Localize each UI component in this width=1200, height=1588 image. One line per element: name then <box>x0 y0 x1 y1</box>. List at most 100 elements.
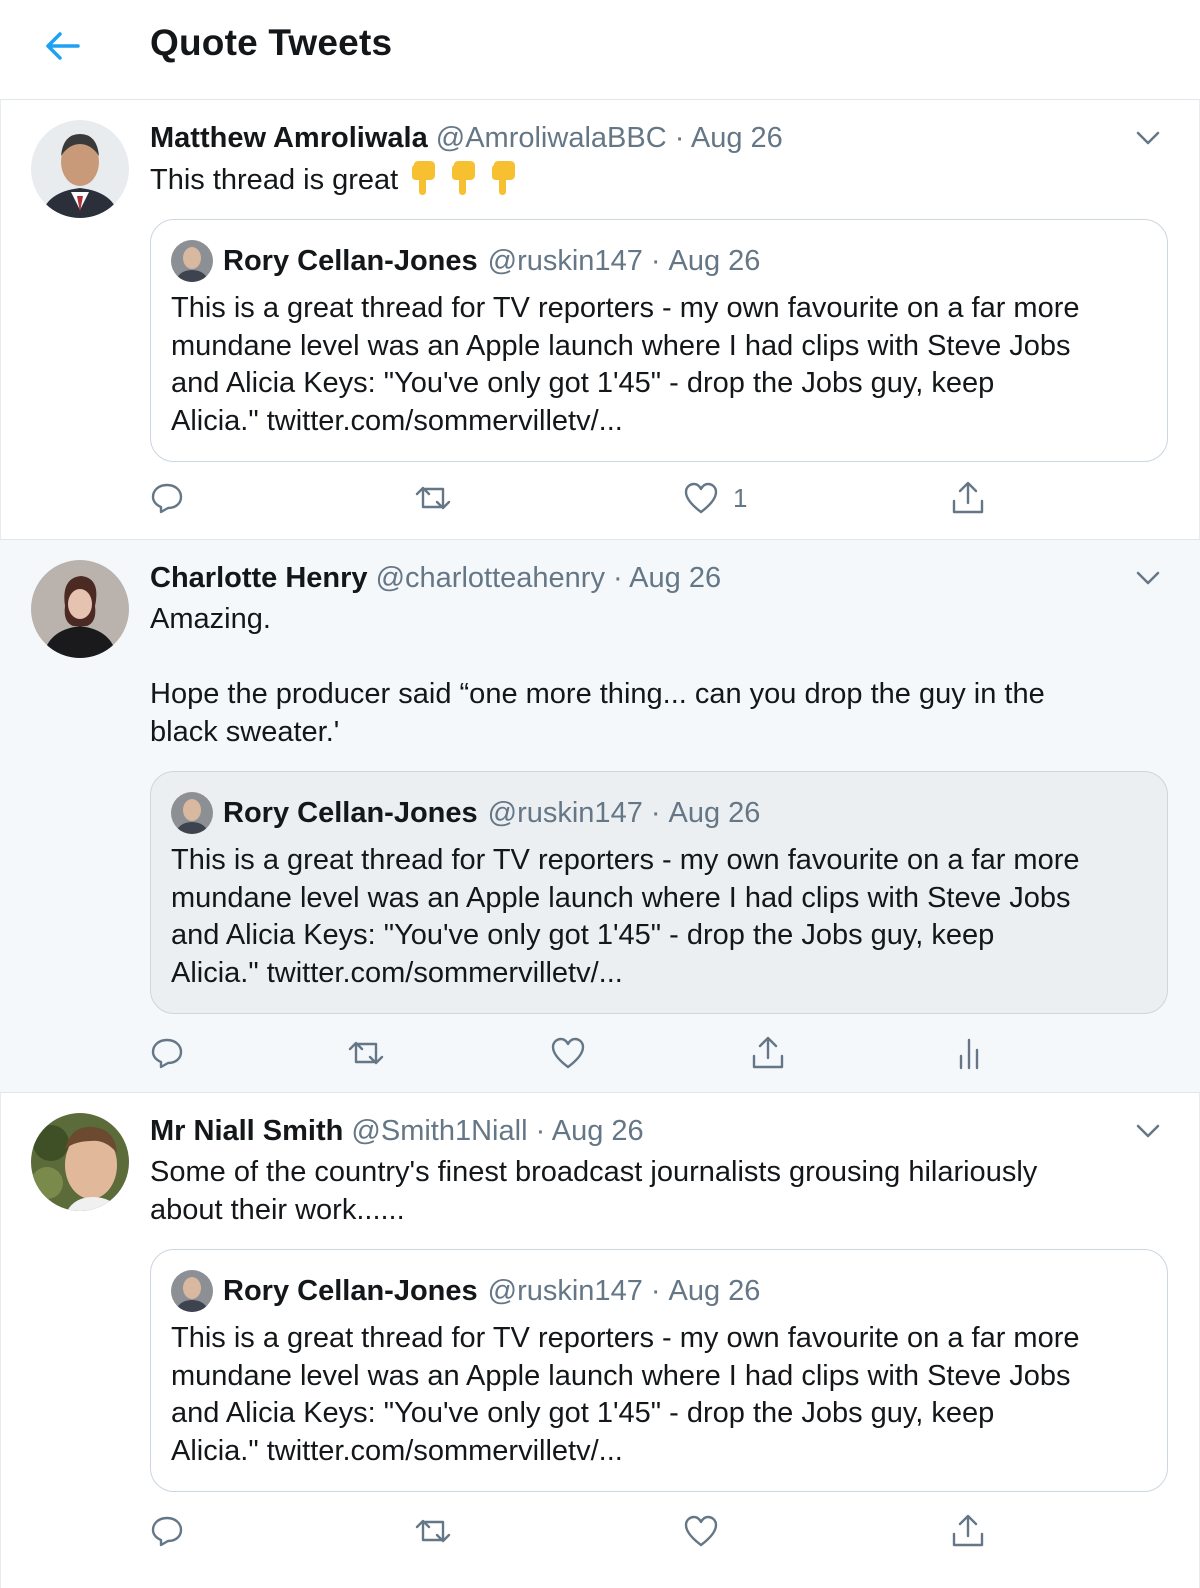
like-button[interactable]: 1 <box>683 478 747 518</box>
share-button[interactable] <box>950 478 986 518</box>
tweet-text-body: This thread is great <box>150 164 399 196</box>
reply-button[interactable] <box>150 1511 184 1551</box>
tweet-text-line: Some of the country's finest broadcast j… <box>150 1156 1038 1188</box>
quoted-tweet-card[interactable]: Rory Cellan-Jones @ruskin147 · Aug 26 Th… <box>150 1249 1168 1492</box>
like-icon <box>551 1037 585 1069</box>
arrow-left-icon <box>46 32 80 60</box>
quoted-text: This is a great thread for TV reporters … <box>171 290 1161 440</box>
avatar[interactable] <box>31 1113 129 1211</box>
share-button[interactable] <box>950 1511 986 1551</box>
separator-dot: · <box>613 562 623 594</box>
point-down-emoji-group <box>406 161 518 196</box>
quoted-date: Aug 26 <box>668 245 761 277</box>
quoted-avatar <box>171 792 213 834</box>
reply-icon <box>151 1516 183 1547</box>
separator-dot: · <box>650 1275 661 1307</box>
point-down-icon <box>452 161 476 195</box>
quoted-text-line: This is a great thread for TV reporters … <box>171 844 1080 876</box>
tweet-date[interactable]: Aug 26 <box>552 1115 644 1147</box>
retweet-icon <box>415 1519 451 1543</box>
retweet-icon <box>415 486 451 510</box>
like-icon <box>684 482 718 514</box>
tweet-actions <box>150 1511 1150 1551</box>
quoted-text: This is a great thread for TV reporters … <box>171 842 1161 992</box>
tweet-text: Some of the country's finest broadcast j… <box>150 1154 1160 1229</box>
reply-button[interactable] <box>150 478 184 518</box>
quoted-author-name: Rory Cellan-Jones <box>223 1275 478 1307</box>
reply-button[interactable] <box>150 1033 184 1073</box>
back-button[interactable] <box>40 24 84 68</box>
tweet-date[interactable]: Aug 26 <box>629 562 721 594</box>
share-icon <box>752 1036 784 1069</box>
share-icon <box>952 1514 984 1547</box>
quoted-text-line: and Alicia Keys: "You've only got 1'45" … <box>171 1397 995 1429</box>
author-handle[interactable]: @charlotteahenry <box>376 562 605 594</box>
avatar[interactable] <box>31 560 129 658</box>
tweet-menu-button[interactable] <box>1128 1111 1168 1151</box>
reply-icon <box>151 1038 183 1069</box>
quoted-author-name: Rory Cellan-Jones <box>223 797 478 829</box>
share-button[interactable] <box>750 1033 786 1073</box>
retweet-button[interactable] <box>347 1033 385 1073</box>
like-button[interactable] <box>683 1511 719 1551</box>
retweet-button[interactable] <box>414 478 452 518</box>
tweet-menu-button[interactable] <box>1128 558 1168 598</box>
quoted-text-line: and Alicia Keys: "You've only got 1'45" … <box>171 919 995 951</box>
tweet-text: This thread is great <box>150 161 1160 200</box>
tweet-menu-button[interactable] <box>1128 118 1168 158</box>
quoted-text-line: This is a great thread for TV reporters … <box>171 292 1080 324</box>
tweet-matthew-amroliwala[interactable]: Matthew Amroliwala @AmroliwalaBBC · Aug … <box>0 100 1200 540</box>
quoted-date: Aug 26 <box>668 1275 761 1307</box>
quoted-text-line: mundane level was an Apple launch where … <box>171 881 1071 914</box>
quoted-text-line: and Alicia Keys: "You've only got 1'45" … <box>171 367 995 399</box>
point-down-icon <box>412 161 436 195</box>
tweet-text-line: black sweater.' <box>150 715 340 748</box>
author-name[interactable]: Mr Niall Smith <box>150 1115 343 1147</box>
share-icon <box>952 481 984 514</box>
author-name[interactable]: Charlotte Henry <box>150 562 368 594</box>
quoted-avatar <box>171 1270 213 1312</box>
quoted-tweet-card[interactable]: Rory Cellan-Jones @ruskin147 · Aug 26 Th… <box>150 771 1168 1014</box>
analytics-button[interactable] <box>955 1033 985 1073</box>
quoted-text-line: mundane level was an Apple launch where … <box>171 329 1071 362</box>
chevron-down-icon <box>1136 1124 1160 1138</box>
tweet-actions: 1 <box>150 478 1150 518</box>
quoted-text-line: This is a great thread for TV reporters … <box>171 1322 1080 1354</box>
separator-dot: · <box>650 797 661 829</box>
page-header: Quote Tweets <box>0 0 1200 100</box>
quoted-text-line: Alicia." twitter.com/sommervilletv/... <box>171 1434 623 1467</box>
quoted-text: This is a great thread for TV reporters … <box>171 1320 1161 1470</box>
quoted-author-handle: @ruskin147 <box>487 245 643 277</box>
avatar[interactable] <box>31 120 129 218</box>
author-handle[interactable]: @AmroliwalaBBC <box>436 122 667 154</box>
separator-dot: · <box>650 245 661 277</box>
quoted-date: Aug 26 <box>668 797 761 829</box>
quoted-text-line: Alicia." twitter.com/sommervilletv/... <box>171 404 623 437</box>
quoted-author-handle: @ruskin147 <box>487 797 643 829</box>
chevron-down-icon <box>1136 131 1160 145</box>
tweet-charlotte-henry[interactable]: Charlotte Henry @charlotteahenry · Aug 2… <box>0 540 1200 1093</box>
quoted-author-name: Rory Cellan-Jones <box>223 245 478 277</box>
point-down-icon <box>492 161 516 195</box>
author-name[interactable]: Matthew Amroliwala <box>150 122 428 154</box>
reply-icon <box>151 483 183 514</box>
analytics-icon <box>959 1038 979 1070</box>
quoted-text-line: mundane level was an Apple launch where … <box>171 1359 1071 1392</box>
quoted-tweet-card[interactable]: Rory Cellan-Jones @ruskin147 · Aug 26 Th… <box>150 219 1168 462</box>
author-handle[interactable]: @Smith1Niall <box>351 1115 527 1147</box>
tweet-niall-smith[interactable]: Mr Niall Smith @Smith1Niall · Aug 26 Som… <box>0 1093 1200 1588</box>
like-count: 1 <box>733 482 748 513</box>
like-button[interactable] <box>550 1033 586 1073</box>
quoted-author-handle: @ruskin147 <box>487 1275 643 1307</box>
tweet-text-line: Hope the producer said “one more thing..… <box>150 678 1045 710</box>
tweet-text-line: Amazing. <box>150 603 271 635</box>
tweet-text-line: about their work...... <box>150 1193 405 1226</box>
retweet-button[interactable] <box>414 1511 452 1551</box>
like-icon <box>684 1515 718 1547</box>
chevron-down-icon <box>1136 571 1160 585</box>
quoted-avatar <box>171 240 213 282</box>
tweet-date[interactable]: Aug 26 <box>691 122 783 154</box>
retweet-icon <box>348 1041 384 1065</box>
tweet-text: Amazing. Hope the producer said “one mor… <box>150 601 1160 751</box>
separator-dot: · <box>535 1115 546 1147</box>
